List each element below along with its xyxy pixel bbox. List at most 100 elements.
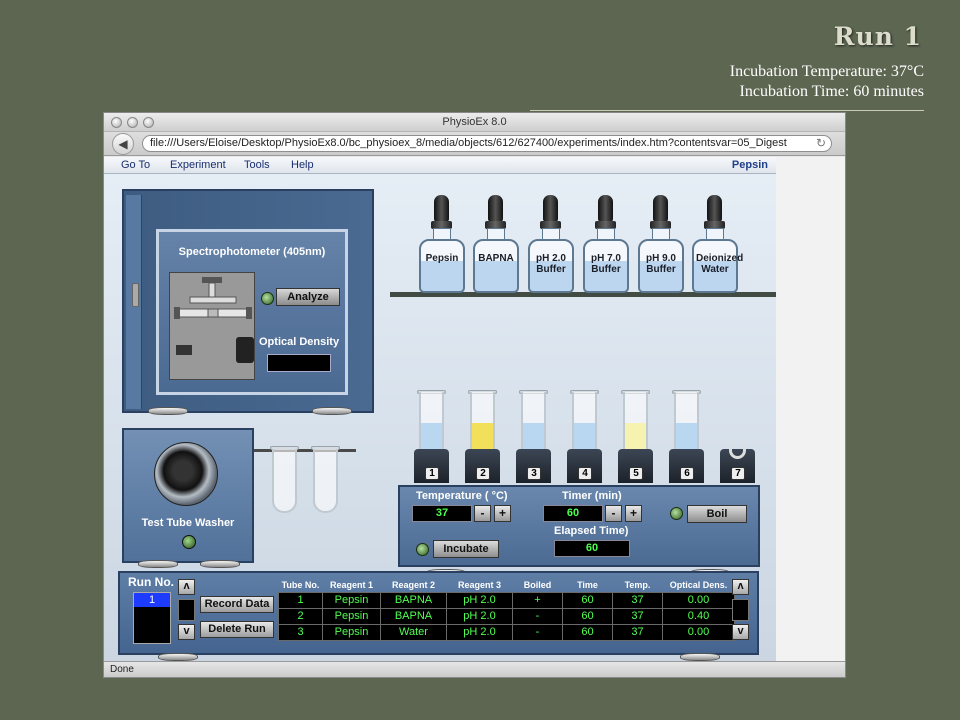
data-recorder: Run No. 1 ʌ v Record Data Delete Run Tub…	[118, 571, 759, 661]
column-header: Optical Dens.	[669, 580, 728, 591]
tube-number-label: 5	[629, 467, 643, 480]
table-cell: Pepsin	[322, 607, 381, 625]
cuvette-chamber[interactable]	[169, 272, 255, 380]
run-number-label: Run No.	[128, 575, 174, 589]
recorder-foot-right	[680, 653, 720, 661]
record-data-button[interactable]: Record Data	[200, 596, 274, 613]
empty-slot-icon[interactable]	[729, 443, 746, 459]
address-bar: ◀ file:///Users/Eloise/Desktop/PhysioEx8…	[104, 132, 845, 156]
bottle-label: pH 9.0	[645, 253, 676, 264]
reagent-bottle-ph7-buffer[interactable]: pH 7.0 Buffer	[581, 195, 631, 293]
table-cell: Pepsin	[322, 591, 381, 609]
table-row[interactable]: 1 Pepsin BAPNA pH 2.0 +60 37 0.00	[278, 591, 735, 609]
incubate-button[interactable]: Incubate	[433, 540, 499, 558]
physioex-app: Go To Experiment Tools Help Pepsin Spect…	[104, 157, 845, 661]
back-button[interactable]: ◀	[112, 133, 134, 155]
empty-test-tube[interactable]	[313, 449, 338, 513]
results-table: Tube No. Reagent 1 Reagent 2 Reagent 3 B…	[278, 579, 735, 641]
temperature-decrease-button[interactable]: -	[474, 505, 491, 522]
timer-display: 60	[543, 505, 603, 522]
tube-number-label: 7	[731, 467, 745, 480]
title-divider	[530, 110, 924, 111]
column-header: Reagent 3	[457, 580, 501, 591]
elapsed-time-display: 60	[554, 540, 630, 557]
table-cell: 37	[612, 607, 663, 625]
table-cell: pH 2.0	[446, 591, 513, 609]
temperature-display: 37	[412, 505, 472, 522]
slide-subtitle: Incubation Temperature: 37°C Incubation …	[604, 62, 924, 102]
delete-run-button[interactable]: Delete Run	[200, 621, 274, 638]
tube-holder-3: 3	[516, 449, 551, 483]
dropper-icon[interactable]	[543, 195, 558, 222]
window-titlebar: PhysioEx 8.0	[104, 113, 845, 132]
bottle-label: pH 2.0	[535, 253, 566, 264]
table-scroll-track[interactable]	[732, 599, 749, 621]
timer-increase-button[interactable]: +	[625, 505, 642, 522]
run-list[interactable]: 1	[133, 592, 171, 644]
table-cell: 60	[562, 607, 613, 625]
dropper-icon[interactable]	[653, 195, 668, 222]
table-cell: +	[512, 591, 563, 609]
elapsed-time-label: Elapsed Time)	[554, 525, 629, 537]
run-scroll-track[interactable]	[178, 599, 195, 621]
tube-number-label: 6	[680, 467, 694, 480]
slide-title: Run 1	[833, 22, 922, 51]
menu-experiment[interactable]: Experiment	[170, 159, 226, 171]
dropper-icon[interactable]	[434, 195, 449, 222]
timer-decrease-button[interactable]: -	[605, 505, 622, 522]
tube-number-label: 2	[476, 467, 490, 480]
menu-help[interactable]: Help	[291, 159, 314, 171]
lab-workspace: Go To Experiment Tools Help Pepsin Spect…	[104, 157, 776, 661]
table-scroll-up-button[interactable]: ʌ	[732, 579, 749, 595]
washer-indicator-light	[182, 535, 196, 549]
reagent-bottle-pepsin[interactable]: Pepsin	[417, 195, 467, 293]
back-arrow-icon: ◀	[118, 137, 128, 151]
tube-holder-2: 2	[465, 449, 500, 483]
timer-label: Timer (min)	[562, 490, 622, 502]
run-list-scrollbar[interactable]: ʌ v	[178, 579, 195, 640]
dropper-icon[interactable]	[488, 195, 503, 222]
washer-foot-left	[138, 560, 178, 568]
url-text: file:///Users/Eloise/Desktop/PhysioEx8.0…	[150, 137, 787, 149]
door-handle[interactable]	[132, 283, 139, 307]
recorder-foot-left	[158, 653, 198, 661]
table-scrollbar[interactable]: ʌ v	[732, 579, 749, 640]
test-tube-washer[interactable]: Test Tube Washer	[122, 428, 254, 568]
tube-number-label: 4	[578, 467, 592, 480]
tube-holder-7: 7	[720, 443, 755, 483]
url-input[interactable]: file:///Users/Eloise/Desktop/PhysioEx8.0…	[142, 135, 832, 152]
run-scroll-down-button[interactable]: v	[178, 624, 195, 640]
boil-button[interactable]: Boil	[687, 505, 747, 523]
menu-go-to[interactable]: Go To	[121, 159, 150, 171]
dropper-icon[interactable]	[707, 195, 722, 222]
spectrophotometer-label: Spectrophotometer (405nm)	[178, 246, 326, 258]
empty-tube-rack	[254, 449, 356, 452]
table-cell: BAPNA	[380, 591, 447, 609]
reagent-bottle-ph2-buffer[interactable]: pH 2.0 Buffer	[526, 195, 576, 293]
dropper-icon[interactable]	[598, 195, 613, 222]
empty-test-tube[interactable]	[272, 449, 297, 513]
reagent-bottle-deionized-water[interactable]: Deionized Water	[690, 195, 743, 293]
analyze-indicator-light	[261, 292, 274, 305]
washer-drum-icon[interactable]	[154, 442, 218, 506]
reagent-bottle-ph9-buffer[interactable]: pH 9.0 Buffer	[636, 195, 686, 293]
bottle-label: pH 7.0	[590, 253, 621, 264]
run-list-item[interactable]: 1	[134, 593, 170, 607]
table-cell: Pepsin	[322, 623, 381, 641]
analyze-button[interactable]: Analyze	[276, 288, 340, 306]
incubation-temperature-text: Incubation Temperature: 37°C	[729, 63, 924, 80]
table-cell: 0.40	[662, 607, 735, 625]
reagent-bottle-bapna[interactable]: BAPNA	[471, 195, 521, 293]
temperature-increase-button[interactable]: +	[494, 505, 511, 522]
menu-tools[interactable]: Tools	[244, 159, 270, 171]
column-header: Reagent 1	[329, 580, 373, 591]
table-row[interactable]: 3 Pepsin Water pH 2.0-60 37 0.00	[278, 623, 735, 641]
table-row[interactable]: 2 Pepsin BAPNA pH 2.0-60 37 0.40	[278, 607, 735, 625]
run-scroll-up-button[interactable]: ʌ	[178, 579, 195, 595]
tube-number-label: 3	[527, 467, 541, 480]
optical-density-label: Optical Density	[259, 336, 340, 348]
reload-icon[interactable]: ↻	[816, 136, 826, 151]
table-cell: 0.00	[662, 623, 735, 641]
table-cell: pH 2.0	[446, 607, 513, 625]
table-scroll-down-button[interactable]: v	[732, 624, 749, 640]
